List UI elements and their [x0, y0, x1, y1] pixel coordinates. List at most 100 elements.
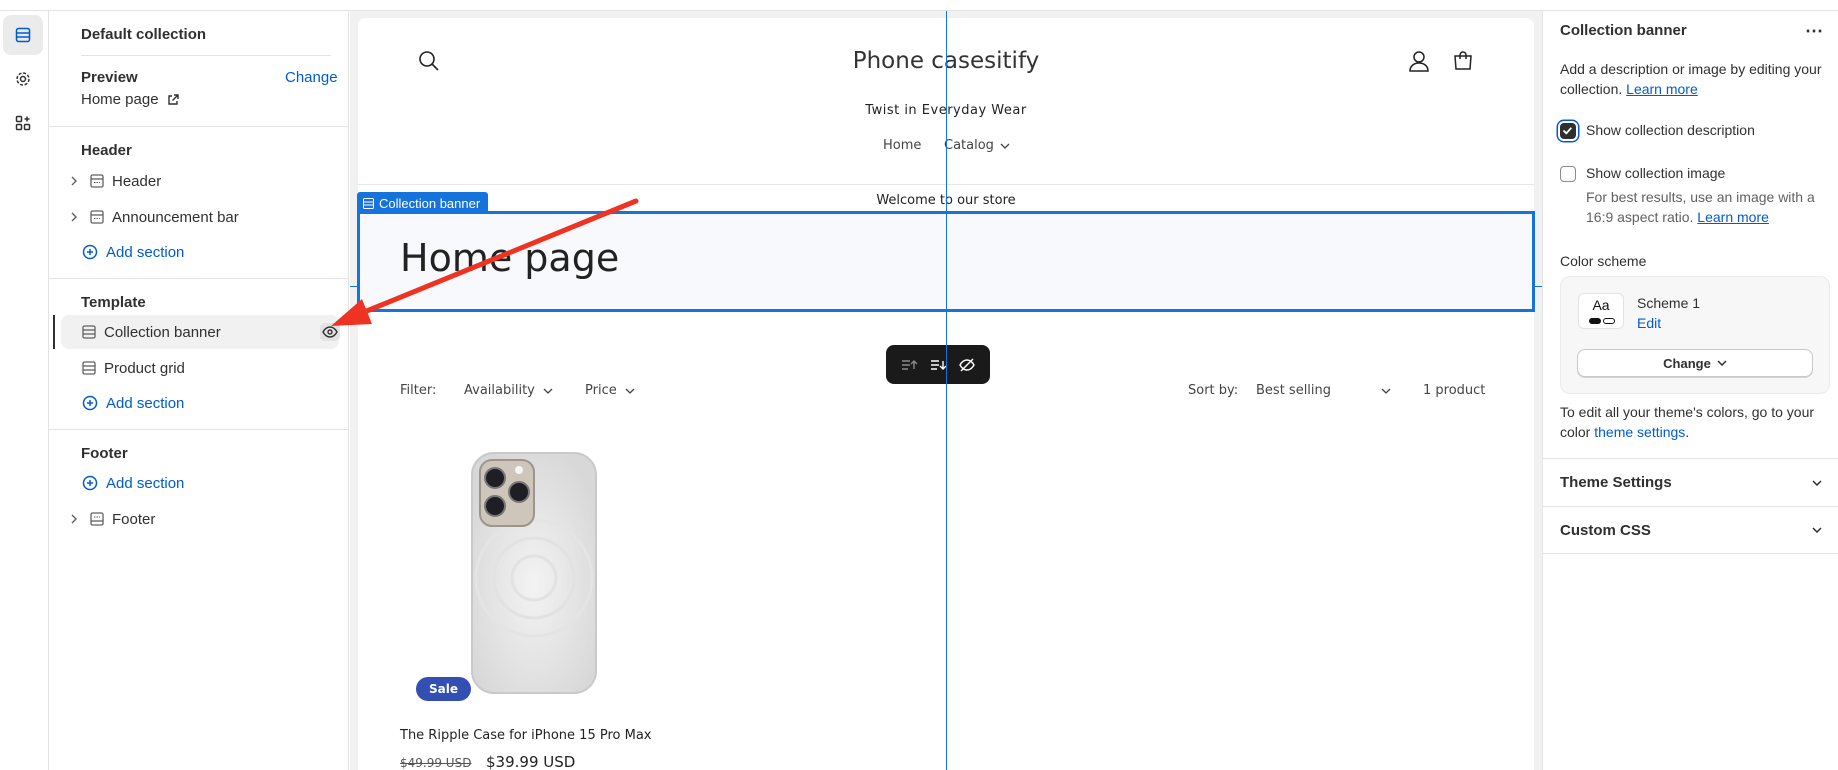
sections-panel: Default collection Preview Change Home p…: [49, 11, 349, 770]
theme-settings-link[interactable]: theme settings: [1594, 424, 1685, 440]
external-link-icon: [167, 93, 179, 105]
learn-more-link[interactable]: Learn more: [1626, 81, 1698, 97]
title-divider: [81, 55, 331, 56]
product-old-price: $49.99 USD: [400, 756, 472, 770]
nav-catalog-label: Catalog: [944, 138, 994, 153]
sort-label: Sort by:: [1188, 383, 1239, 398]
show-image-checkbox[interactable]: [1560, 166, 1576, 182]
change-preview-link[interactable]: Change: [285, 69, 338, 86]
header-section-icon: [90, 174, 104, 188]
add-section-label: Add section: [106, 394, 185, 412]
add-section-header[interactable]: Add section: [61, 235, 339, 269]
product-count: 1 product: [1423, 383, 1486, 398]
chevron-down-icon: [1812, 527, 1822, 533]
filter-availability-label: Availability: [464, 383, 535, 398]
section-item-label: Collection banner: [104, 323, 221, 341]
show-description-label[interactable]: Show collection description: [1586, 122, 1755, 138]
plus-circle-icon: [82, 395, 98, 411]
nav-catalog[interactable]: Catalog: [944, 138, 1010, 153]
apps-icon[interactable]: [3, 103, 43, 143]
group-title-footer: Footer: [81, 445, 128, 462]
settings-title: Collection banner: [1560, 22, 1687, 39]
section-tag: Collection banner: [357, 192, 489, 214]
color-scheme-label: Color scheme: [1560, 253, 1647, 269]
nav-home[interactable]: Home: [883, 138, 921, 153]
section-item-product-grid[interactable]: Product grid: [61, 351, 339, 385]
section-item-collection-banner[interactable]: Collection banner: [61, 315, 340, 349]
scheme-swatch[interactable]: Aa: [1578, 293, 1624, 329]
sort-value: Best selling: [1256, 383, 1332, 398]
eye-off-icon[interactable]: [958, 357, 976, 373]
filter-price-label: Price: [585, 383, 617, 398]
theme-note-line1: To edit all your theme's colors, go to y…: [1560, 404, 1815, 420]
show-image-label[interactable]: Show collection image: [1586, 165, 1725, 181]
product-price: $39.99 USD: [486, 753, 576, 770]
product-image[interactable]: [400, 448, 630, 698]
settings-desc-text: collection.: [1560, 81, 1623, 97]
settings-desc-line2: collection. Learn more: [1560, 81, 1698, 97]
show-description-checkbox[interactable]: [1560, 123, 1576, 139]
chevron-down-icon: [1717, 360, 1727, 366]
section-toolbar: [886, 345, 990, 384]
account-icon[interactable]: [1408, 50, 1430, 72]
chevron-down-icon: [1381, 388, 1391, 394]
scheme-sample: Aa: [1592, 297, 1610, 313]
theme-note-line2: color theme settings.: [1560, 424, 1689, 440]
group-title-header: Header: [81, 142, 132, 159]
selected-indicator: [53, 315, 55, 349]
image-hint-text: 16:9 aspect ratio.: [1586, 209, 1694, 225]
preview-label: Preview: [81, 69, 138, 86]
phone-case-image: [471, 452, 597, 694]
top-bar: [0, 0, 1838, 11]
edit-scheme-link[interactable]: Edit: [1637, 315, 1661, 331]
add-section-label: Add section: [106, 474, 185, 492]
banner-section-icon: [82, 325, 96, 339]
add-section-label: Add section: [106, 243, 185, 261]
footer-section-icon: [90, 512, 104, 526]
scheme-name: Scheme 1: [1637, 295, 1701, 311]
section-item-footer[interactable]: Footer: [61, 502, 339, 536]
filter-availability[interactable]: Availability: [464, 383, 553, 398]
chevron-right-icon[interactable]: [70, 514, 84, 524]
preview-page-link[interactable]: Home page: [81, 91, 179, 108]
section-item-header[interactable]: Header: [61, 164, 339, 198]
gear-icon[interactable]: [3, 59, 43, 99]
section-tag-icon: [363, 197, 374, 209]
add-section-template[interactable]: Add section: [61, 386, 339, 420]
banner-title: Home page: [400, 236, 620, 280]
more-icon[interactable]: ⋯: [1805, 21, 1824, 42]
collection-title: Default collection: [81, 26, 207, 43]
product-title[interactable]: The Ripple Case for iPhone 15 Pro Max: [400, 728, 651, 743]
scheme-dot-dark: [1589, 318, 1601, 324]
section-item-label: Header: [112, 172, 162, 190]
eye-icon[interactable]: [320, 323, 340, 341]
custom-css-accordion[interactable]: Custom CSS: [1543, 506, 1838, 554]
preview-canvas: Phone casesitify Twist in Everyday Wear …: [350, 11, 1542, 770]
chevron-right-icon[interactable]: [70, 176, 84, 186]
chevron-down-icon: [543, 388, 553, 394]
chevron-down-icon: [625, 388, 635, 394]
add-section-footer[interactable]: Add section: [61, 466, 339, 500]
chevron-right-icon[interactable]: [70, 212, 84, 222]
sections-icon[interactable]: [3, 15, 43, 55]
image-hint-line1: For best results, use an image with a: [1586, 189, 1815, 205]
section-item-label: Product grid: [104, 359, 185, 377]
learn-more-link-2[interactable]: Learn more: [1697, 209, 1769, 225]
move-up-icon[interactable]: [900, 357, 918, 373]
filter-price[interactable]: Price: [585, 383, 635, 398]
divider: [49, 429, 349, 430]
custom-css-label: Custom CSS: [1560, 521, 1651, 539]
move-down-icon[interactable]: [929, 357, 947, 373]
theme-settings-accordion[interactable]: Theme Settings: [1543, 458, 1838, 506]
cart-icon[interactable]: [1452, 50, 1474, 72]
plus-circle-icon: [82, 475, 98, 491]
section-item-announcement-bar[interactable]: Announcement bar: [61, 200, 339, 234]
chevron-down-icon: [1000, 143, 1010, 149]
section-tag-label: Collection banner: [379, 195, 481, 211]
sort-select[interactable]: Best selling: [1256, 383, 1391, 398]
icon-rail: [0, 11, 49, 770]
divider: [49, 278, 349, 279]
change-scheme-button[interactable]: Change: [1577, 349, 1813, 377]
plus-circle-icon: [82, 244, 98, 260]
image-hint-line2: 16:9 aspect ratio. Learn more: [1586, 209, 1769, 225]
